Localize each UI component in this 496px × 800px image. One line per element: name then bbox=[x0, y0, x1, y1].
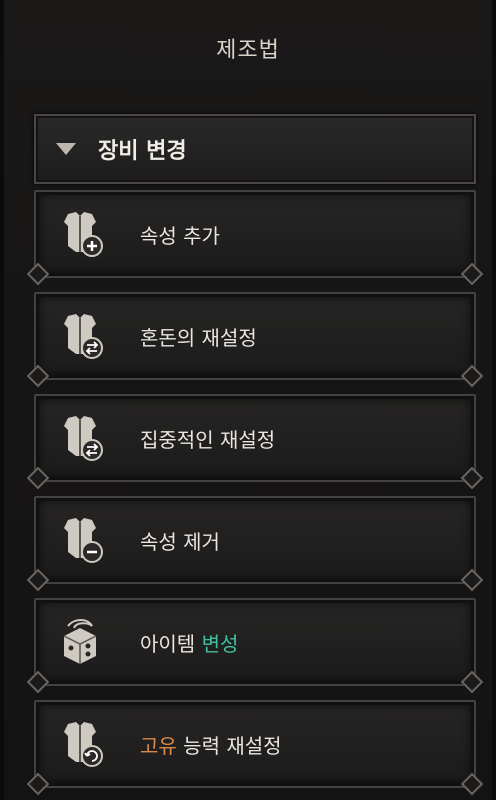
recipe-add-affix[interactable]: 속성 추가 bbox=[34, 190, 476, 278]
recipe-item-transmute[interactable]: 아이템 변성 bbox=[34, 598, 476, 686]
collapse-arrow-icon[interactable] bbox=[56, 143, 76, 155]
armor-recycle-icon bbox=[64, 722, 103, 767]
dice-icon bbox=[63, 619, 97, 664]
recipe-label: 아이템 변성 bbox=[140, 631, 239, 656]
recipe-label: 속성 제거 bbox=[140, 529, 220, 554]
recipe-unique-power-reroll[interactable]: 고유 능력 재설정 bbox=[34, 700, 476, 788]
recipe-list: 속성 추가 혼돈의 재설정 집중적인 재설정 속성 제거 아이템 변성 고유 능… bbox=[34, 190, 476, 800]
recipe-label: 고유 능력 재설정 bbox=[140, 733, 282, 758]
recipe-remove-affix[interactable]: 속성 제거 bbox=[34, 496, 476, 584]
section-label: 장비 변경 bbox=[98, 139, 187, 164]
armor-swap-icon bbox=[64, 416, 103, 461]
unique-highlight: 고유 bbox=[140, 733, 177, 758]
title-bar: 제조법 bbox=[4, 0, 492, 96]
section-equipment-change[interactable]: 장비 변경 bbox=[34, 114, 476, 184]
recipe-label: 속성 추가 bbox=[140, 223, 220, 248]
armor-swap-icon bbox=[64, 314, 103, 359]
recipe-chaos-reroll[interactable]: 혼돈의 재설정 bbox=[34, 292, 476, 380]
armor-minus-icon bbox=[64, 518, 103, 563]
recipe-focused-reroll[interactable]: 집중적인 재설정 bbox=[34, 394, 476, 482]
transmute-highlight: 변성 bbox=[201, 631, 239, 656]
crafting-panel: 제조법 장비 변경 속성 추가 혼돈의 재설정 집중적인 재설정 속성 제거 아… bbox=[0, 0, 496, 800]
recipe-label: 집중적인 재설정 bbox=[140, 427, 276, 452]
page-title: 제조법 bbox=[216, 38, 280, 63]
recipe-label: 혼돈의 재설정 bbox=[140, 325, 257, 350]
armor-plus-icon bbox=[64, 212, 103, 257]
